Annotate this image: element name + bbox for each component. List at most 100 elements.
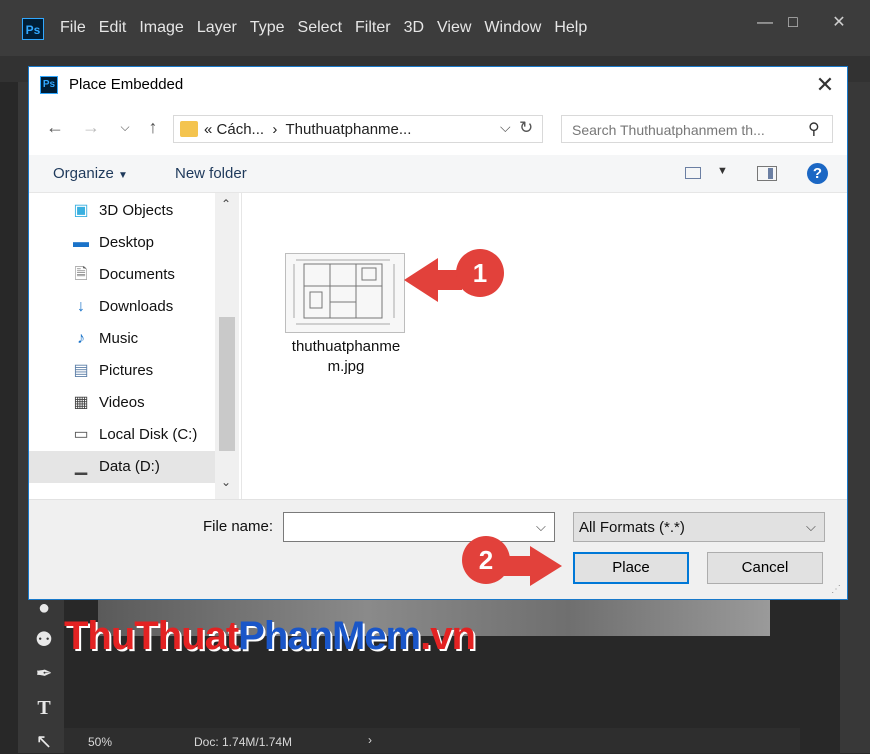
zoom-level: 50% <box>88 735 113 749</box>
nav-item-music[interactable]: ♪ Music <box>29 323 215 355</box>
search-input[interactable]: Search Thuthuatphanmem th... <box>572 122 765 138</box>
dodge-tool-icon[interactable]: ⚉ <box>32 628 56 652</box>
dialog-footer: File name: ⌵ All Formats (*.*) ⌵ Place C… <box>29 499 847 599</box>
breadcrumb-separator-icon[interactable]: › <box>268 121 281 138</box>
step2-number: 2 <box>479 545 493 575</box>
watermark: ThuThuatPhanMem.vn <box>64 614 476 659</box>
pictures-icon: ▤ <box>73 362 89 379</box>
pen-tool-icon[interactable]: ✒ <box>32 662 56 686</box>
breadcrumb-item[interactable]: Thuthuatphanme... <box>285 121 411 138</box>
file-list: thuthuatphanme m.jpg <box>243 193 847 499</box>
file-type-value: All Formats (*.*) <box>579 519 685 536</box>
view-options-icon[interactable] <box>685 167 701 179</box>
nav-item-pictures[interactable]: ▤ Pictures <box>29 355 215 387</box>
nav-item-videos[interactable]: ▦ Videos <box>29 387 215 419</box>
music-icon: ♪ <box>77 330 85 347</box>
new-folder-button[interactable]: New folder <box>175 165 247 182</box>
address-bar[interactable]: « Cách... › Thuthuatphanme... ⌵ ↻ <box>173 115 543 143</box>
menu-select[interactable]: Select <box>298 19 342 37</box>
menu-view[interactable]: View <box>437 19 471 37</box>
photoshop-logo: Ps <box>22 18 44 40</box>
folder-icon <box>180 121 198 137</box>
menu-type[interactable]: Type <box>250 19 285 37</box>
refresh-icon[interactable]: ↻ <box>519 118 533 138</box>
nav-item-label: Pictures <box>99 362 154 379</box>
file-item[interactable]: thuthuatphanme m.jpg <box>269 253 405 375</box>
forward-arrow-icon[interactable]: → <box>79 115 103 139</box>
nav-item-label: Downloads <box>99 298 174 315</box>
watermark-part1: ThuThuat <box>64 614 239 658</box>
desktop-icon: ▬ <box>73 234 89 251</box>
file-type-select[interactable]: All Formats (*.*) ⌵ <box>573 512 825 542</box>
arrow-left-icon <box>404 258 462 302</box>
cancel-button[interactable]: Cancel <box>707 552 823 584</box>
search-box[interactable]: Search Thuthuatphanmem th... ⚲ <box>561 115 833 143</box>
recent-locations-chevron-icon[interactable]: ⌵ <box>113 115 137 139</box>
place-embedded-dialog: Ps Place Embedded ✕ ← → ⌵ ↑ « Cách... › … <box>28 66 848 600</box>
chevron-down-icon[interactable]: ▼ <box>717 165 728 177</box>
nav-item-label: Documents <box>99 266 175 283</box>
documents-icon: 🗎 <box>74 266 88 283</box>
nav-item-downloads[interactable]: ↓ Downloads <box>29 291 215 323</box>
menu-image[interactable]: Image <box>139 19 183 37</box>
menu-filter[interactable]: Filter <box>355 19 391 37</box>
photoshop-menu: File Edit Image Layer Type Select Filter… <box>60 19 600 37</box>
file-name-line1: thuthuatphanme <box>291 338 401 355</box>
nav-item-local-disk[interactable]: ▭ Local Disk (C:) <box>29 419 215 451</box>
chevron-right-icon[interactable]: › <box>368 733 372 747</box>
type-tool-icon[interactable]: T <box>32 696 56 720</box>
selection-tool-icon[interactable]: ↖ <box>32 730 56 754</box>
menu-edit[interactable]: Edit <box>99 19 127 37</box>
menu-layer[interactable]: Layer <box>197 19 237 37</box>
videos-icon: ▦ <box>73 394 89 411</box>
chevron-down-icon[interactable]: ⌵ <box>536 519 546 535</box>
step2-annotation: 2 <box>462 536 562 586</box>
nav-item-3d-objects[interactable]: ▣ 3D Objects <box>29 195 215 227</box>
back-arrow-icon[interactable]: ← <box>43 115 67 139</box>
floor-plan-thumbnail <box>286 254 404 332</box>
drive-icon: ▁ <box>74 458 88 475</box>
menu-file[interactable]: File <box>60 19 86 37</box>
nav-item-data-drive[interactable]: ▁ Data (D:) <box>29 451 215 483</box>
photoshop-menubar: Ps File Edit Image Layer Type Select Fil… <box>0 0 870 56</box>
help-icon[interactable]: ? <box>807 163 828 184</box>
chevron-down-icon[interactable]: ⌄ <box>221 475 231 489</box>
chevron-up-icon[interactable]: ⌃ <box>221 197 231 211</box>
nav-item-label: Videos <box>99 394 145 411</box>
nav-item-label: Desktop <box>99 234 155 251</box>
chevron-down-icon: ▼ <box>118 170 128 181</box>
command-bar: Organize ▼ New folder ▼ ? <box>29 155 847 193</box>
nav-scrollbar[interactable]: ⌃ ⌄ <box>215 193 239 499</box>
scrollbar-thumb[interactable] <box>219 317 235 451</box>
close-icon[interactable]: ✕ <box>809 71 841 99</box>
breadcrumb-item[interactable]: Cách... <box>217 121 265 138</box>
menu-3d[interactable]: 3D <box>404 19 424 37</box>
status-bar: 50% Doc: 1.74M/1.74M › <box>64 728 800 753</box>
preview-pane-icon[interactable] <box>757 166 777 181</box>
organize-button[interactable]: Organize ▼ <box>53 165 128 182</box>
navigation-pane: ▣ 3D Objects ▬ Desktop 🗎 Documents ↓ Dow… <box>29 193 242 499</box>
nav-item-desktop[interactable]: ▬ Desktop <box>29 227 215 259</box>
maximize-icon[interactable]: □ <box>772 10 814 36</box>
nav-item-documents[interactable]: 🗎 Documents <box>29 259 215 291</box>
breadcrumb: « Cách... › Thuthuatphanme... <box>204 121 411 138</box>
photoshop-icon: Ps <box>40 76 58 94</box>
resize-grip-icon[interactable]: ⋰ <box>831 584 841 595</box>
chevron-down-icon[interactable]: ⌵ <box>500 119 511 136</box>
navigation-row: ← → ⌵ ↑ « Cách... › Thuthuatphanme... ⌵ … <box>29 111 847 147</box>
watermark-part2: PhanMem <box>238 614 421 658</box>
search-icon[interactable]: ⚲ <box>808 119 820 139</box>
breadcrumb-overflow[interactable]: « <box>204 121 212 138</box>
nav-item-label: 3D Objects <box>99 202 174 219</box>
menu-help[interactable]: Help <box>554 19 587 37</box>
local-disk-icon: ▭ <box>73 426 89 443</box>
dialog-titlebar[interactable]: Ps Place Embedded ✕ <box>29 67 847 103</box>
close-window-icon[interactable]: ✕ <box>818 10 860 36</box>
place-button[interactable]: Place <box>573 552 689 584</box>
menu-window[interactable]: Window <box>484 19 541 37</box>
doc-size: Doc: 1.74M/1.74M <box>194 735 293 749</box>
downloads-icon: ↓ <box>77 298 85 315</box>
up-arrow-icon[interactable]: ↑ <box>141 115 165 139</box>
chevron-down-icon: ⌵ <box>806 519 816 534</box>
file-name-field-label: File name: <box>203 518 274 535</box>
